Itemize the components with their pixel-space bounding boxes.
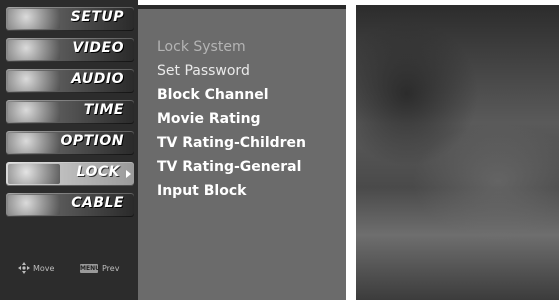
video-icon: [8, 40, 60, 60]
option-icon: [8, 133, 60, 153]
prev-hint-label: Prev: [102, 264, 120, 273]
move-hint-label: Move: [33, 264, 55, 273]
menu-item-label: LOCK: [76, 164, 120, 180]
submenu-item-block-channel[interactable]: Block Channel: [157, 83, 306, 107]
menu-item-label: TIME: [83, 102, 124, 118]
menu-item-label: OPTION: [60, 133, 124, 149]
lock-submenu-list: Lock System Set Password Block Channel M…: [157, 35, 306, 203]
cable-icon: [8, 195, 60, 215]
menu-item-label: SETUP: [70, 9, 124, 25]
submenu-item-tv-rating-children[interactable]: TV Rating-Children: [157, 131, 306, 155]
submenu-item-tv-rating-general[interactable]: TV Rating-General: [157, 155, 306, 179]
menu-item-lock[interactable]: LOCK: [6, 162, 134, 186]
menu-item-video[interactable]: VIDEO: [6, 38, 134, 62]
audio-icon: [8, 71, 60, 91]
menu-item-setup[interactable]: SETUP: [6, 7, 134, 31]
menu-item-option[interactable]: OPTION: [6, 131, 134, 155]
time-icon: [8, 102, 60, 122]
menu-item-label: CABLE: [71, 195, 124, 211]
submenu-item-set-password[interactable]: Set Password: [157, 59, 306, 83]
menu-key-badge: MENU: [80, 264, 100, 273]
panel-divider: [346, 0, 356, 300]
video-preview: [356, 5, 559, 300]
move-arrows-icon: [18, 262, 30, 274]
menu-item-label: AUDIO: [71, 71, 124, 87]
setup-icon: [8, 9, 60, 29]
submenu-item-movie-rating[interactable]: Movie Rating: [157, 107, 306, 131]
submenu-item-lock-system[interactable]: Lock System: [157, 35, 306, 59]
menu-item-audio[interactable]: AUDIO: [6, 69, 134, 93]
menu-item-cable[interactable]: CABLE: [6, 193, 134, 217]
submenu-item-input-block[interactable]: Input Block: [157, 179, 306, 203]
main-menu: SETUP VIDEO AUDIO TIME OPTION LOCK CABLE…: [0, 0, 138, 300]
lock-icon: [8, 164, 60, 184]
chevron-right-icon: [126, 170, 131, 178]
menu-item-time[interactable]: TIME: [6, 100, 134, 124]
menu-item-label: VIDEO: [72, 40, 124, 56]
lock-submenu: Lock System Set Password Block Channel M…: [138, 5, 346, 300]
